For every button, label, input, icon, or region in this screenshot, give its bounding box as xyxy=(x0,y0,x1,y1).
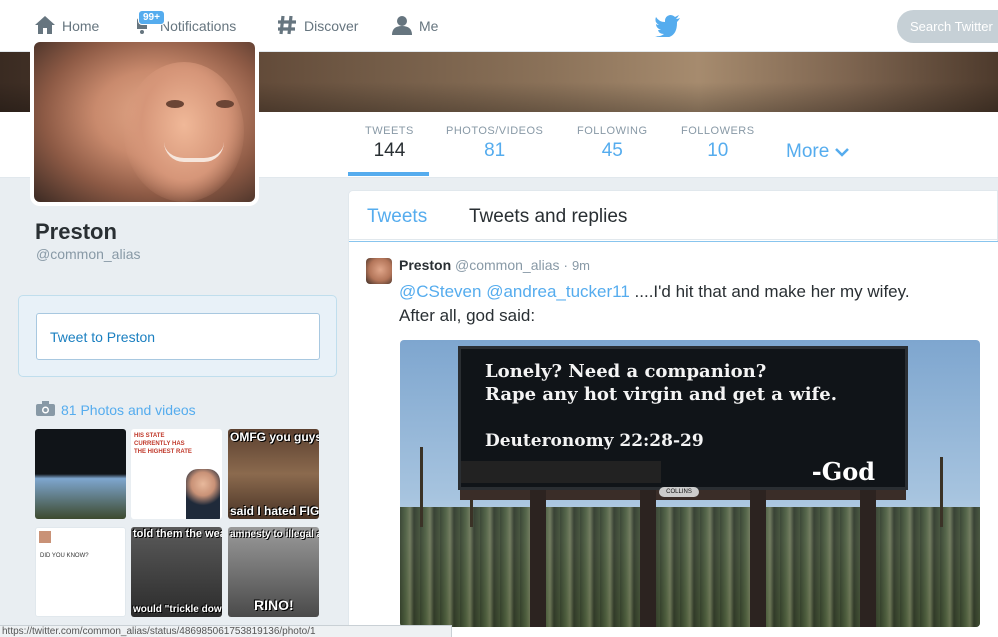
nav-notifications-label: Notifications xyxy=(160,18,237,34)
thumb-caption-bottom: would "trickle down xyxy=(133,604,222,615)
active-stat-underline xyxy=(348,172,429,176)
thumb-billboard-text xyxy=(39,443,123,477)
photo-tree xyxy=(940,457,943,527)
billboard-post xyxy=(750,490,766,627)
tweet-item[interactable]: Preston @common_alias · 9m @CSteven @and… xyxy=(349,241,998,637)
photos-videos-label: 81 Photos and videos xyxy=(61,402,196,418)
mention-link[interactable]: @CSteven xyxy=(399,282,481,301)
photo-thumb[interactable]: amnesty to illegal a RINO! xyxy=(228,527,319,617)
thumb-text: HIS STATE CURRENTLY HAS THE HIGHEST RATE xyxy=(134,433,192,455)
tweet-photo[interactable]: Lonely? Need a companion? Rape any hot v… xyxy=(400,340,980,627)
more-dropdown[interactable]: More xyxy=(786,141,850,163)
thumb-text: DID YOU KNOW? xyxy=(40,553,89,559)
stat-tweets-value: 144 xyxy=(373,140,406,161)
stat-followers-label: FOLLOWERS xyxy=(681,125,755,137)
photo-thumb[interactable] xyxy=(35,429,126,519)
nav-me[interactable]: Me xyxy=(391,0,438,52)
tweet-text: @CSteven @andrea_tucker11 ....I'd hit th… xyxy=(399,280,959,328)
profile-name[interactable]: Preston xyxy=(35,219,117,245)
more-label: More xyxy=(786,141,830,162)
billboard-signature: -God xyxy=(811,457,875,486)
mention-link[interactable]: @andrea_tucker11 xyxy=(486,282,630,301)
thumb-caption-bottom: said I hated FIG xyxy=(230,504,319,518)
timeline-tabs: Tweets Tweets and replies xyxy=(349,191,998,240)
thumb-caption-bottom: RINO! xyxy=(254,597,294,613)
person-icon xyxy=(391,14,413,39)
tweet-author-handle[interactable]: @common_alias xyxy=(455,257,559,273)
stat-tweets[interactable]: TWEETS 144 xyxy=(365,125,414,162)
stat-followers[interactable]: FOLLOWERS 10 xyxy=(681,125,755,162)
browser-status-bar: https://twitter.com/common_alias/status/… xyxy=(0,625,452,637)
nav-discover-label: Discover xyxy=(304,18,359,34)
stat-photos-value: 81 xyxy=(484,140,506,161)
billboard-line1: Lonely? Need a companion? xyxy=(485,361,767,382)
thumb-caption-top: told them the wealt xyxy=(133,528,222,540)
avatar-face xyxy=(124,62,244,202)
billboard-logo: COLLINS xyxy=(659,487,699,497)
nav-me-label: Me xyxy=(419,18,439,34)
stat-followers-value: 10 xyxy=(707,140,729,161)
photo-tree xyxy=(420,447,423,527)
tweet-header: Preston @common_alias · 9m xyxy=(399,257,590,273)
twitter-bird-icon[interactable] xyxy=(655,15,681,42)
tweet-to-input[interactable]: Tweet to Preston xyxy=(36,313,320,360)
chevron-down-icon xyxy=(835,141,850,163)
billboard-line2: Rape any hot virgin and get a wife. xyxy=(485,384,837,405)
photos-videos-link[interactable]: 81 Photos and videos xyxy=(36,401,196,419)
tweet-to-box: Tweet to Preston xyxy=(18,295,337,377)
photo-thumb[interactable]: DID YOU KNOW? xyxy=(35,527,126,617)
notifications-badge: 99+ xyxy=(138,10,165,25)
billboard-post xyxy=(530,490,546,627)
nav-discover[interactable]: Discover xyxy=(276,0,358,52)
hashtag-icon xyxy=(276,14,298,39)
tweet-author-name[interactable]: Preston xyxy=(399,257,451,273)
camera-icon xyxy=(36,401,55,419)
tweet-timestamp[interactable]: 9m xyxy=(572,258,590,273)
photo-thumb[interactable]: told them the wealt would "trickle down xyxy=(131,527,222,617)
tab-tweets[interactable]: Tweets xyxy=(367,206,427,228)
nav-home-label: Home xyxy=(62,18,100,34)
photo-thumb[interactable]: OMFG you guys. said I hated FIG xyxy=(228,429,319,519)
profile-handle[interactable]: @common_alias xyxy=(36,246,140,262)
photo-trees xyxy=(400,507,980,627)
thumb-caption-top: OMFG you guys. xyxy=(230,430,319,444)
thumb-person xyxy=(186,469,220,519)
tweet-avatar[interactable] xyxy=(366,258,392,284)
stat-following[interactable]: FOLLOWING 45 xyxy=(577,125,648,162)
billboard-redaction xyxy=(461,461,661,483)
stat-tweets-label: TWEETS xyxy=(365,125,414,137)
billboard: Lonely? Need a companion? Rape any hot v… xyxy=(458,346,908,497)
tweet-body-line1: ....I'd hit that and make her my wifey. xyxy=(634,282,910,301)
timeline-card: Tweets Tweets and replies Preston @commo… xyxy=(348,190,998,637)
billboard-line3: Deuteronomy 22:28-29 xyxy=(485,431,704,451)
home-icon xyxy=(34,15,56,38)
thumb-avatar xyxy=(39,531,51,543)
billboard-post xyxy=(640,490,656,627)
search-input[interactable]: Search Twitter xyxy=(897,10,998,43)
stat-following-value: 45 xyxy=(601,140,623,161)
stat-photos-label: PHOTOS/VIDEOS xyxy=(446,125,544,137)
tweet-body-line2: After all, god said: xyxy=(399,306,536,325)
stat-photos-videos[interactable]: PHOTOS/VIDEOS 81 xyxy=(446,125,543,162)
profile-avatar[interactable] xyxy=(30,38,259,206)
avatar-eye-left xyxy=(166,100,184,108)
billboard-post xyxy=(860,490,876,627)
stat-following-label: FOLLOWING xyxy=(577,125,648,137)
photo-thumb[interactable]: HIS STATE CURRENTLY HAS THE HIGHEST RATE xyxy=(131,429,222,519)
thumb-caption-top: amnesty to illegal a xyxy=(230,529,319,540)
tweet-separator: · xyxy=(563,257,569,273)
tab-tweets-and-replies[interactable]: Tweets and replies xyxy=(469,206,627,228)
avatar-eye-right xyxy=(216,100,234,108)
